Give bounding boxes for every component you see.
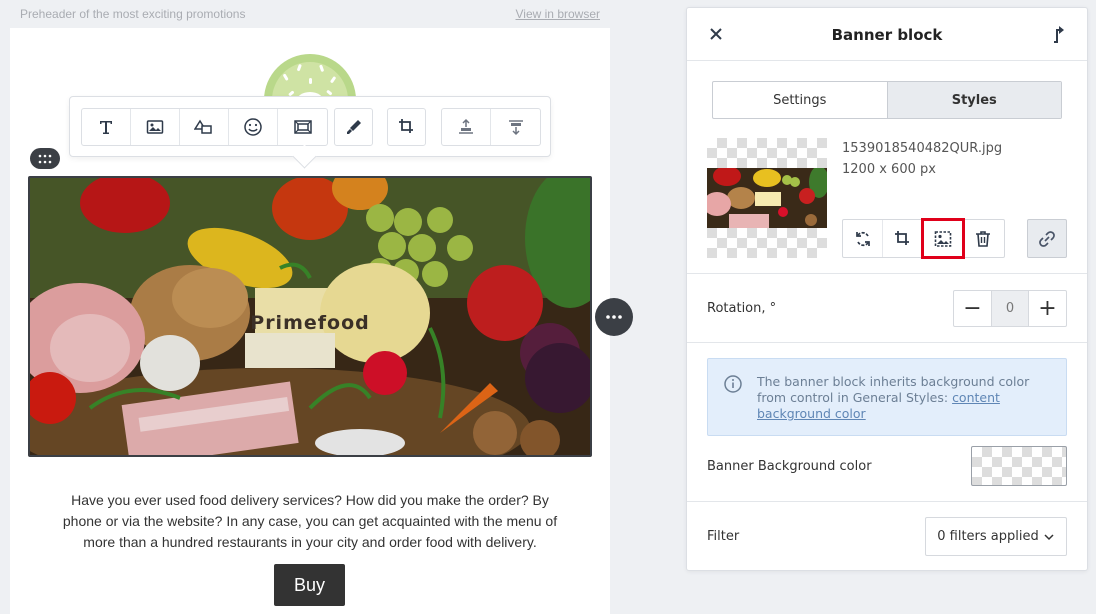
settings-panel: Banner block Settings Styles 15390185404… <box>686 7 1088 571</box>
drag-dots-icon <box>38 154 52 163</box>
buy-button[interactable]: Buy <box>274 564 345 606</box>
trash-icon <box>976 230 990 247</box>
insert-tools-group <box>81 108 328 146</box>
image-edit-icon <box>934 230 951 247</box>
link-button[interactable] <box>1027 219 1067 258</box>
preheader-text: Preheader of the most exciting promotion… <box>20 7 246 21</box>
text-icon <box>100 121 112 134</box>
crop-icon <box>398 119 413 133</box>
crop-icon <box>894 230 909 245</box>
banner-bg-color-label: Banner Background color <box>707 459 872 474</box>
donut-logo <box>262 52 358 100</box>
info-message: The banner block inherits background col… <box>757 374 1047 422</box>
view-in-browser-link[interactable]: View in browser <box>516 7 600 21</box>
collapse-panel-button[interactable] <box>1049 24 1067 44</box>
image-tool-button[interactable] <box>131 109 180 145</box>
drag-handle[interactable] <box>30 148 60 169</box>
filter-value: 0 filters applied <box>937 529 1039 544</box>
edit-image-button[interactable] <box>921 218 965 259</box>
frame-icon <box>293 120 312 134</box>
filter-dropdown[interactable]: 0 filters applied <box>925 517 1067 556</box>
rotation-increment-button[interactable]: + <box>1029 291 1066 326</box>
banner-image[interactable]: Primefood <box>28 176 592 457</box>
email-body: Primefood Have you ever used food delive… <box>10 28 633 614</box>
banner-caption: Primefood <box>250 312 370 334</box>
rotation-decrement-button[interactable]: − <box>954 291 991 326</box>
crop-tool-button[interactable] <box>388 109 425 145</box>
image-icon <box>146 120 164 134</box>
rotation-label: Rotation, ° <box>707 301 777 316</box>
preheader-bar: Preheader of the most exciting promotion… <box>20 7 600 23</box>
crop-tools-group <box>387 108 426 146</box>
paint-tool-button[interactable] <box>335 109 372 145</box>
panel-tabs: Settings Styles <box>712 81 1062 119</box>
align-bottom-icon <box>508 120 523 136</box>
align-bottom-button[interactable] <box>491 109 540 145</box>
tab-styles[interactable]: Styles <box>886 82 1061 118</box>
more-horizontal-icon <box>606 315 622 319</box>
frame-tool-button[interactable] <box>278 109 327 145</box>
turn-up-icon <box>1054 26 1064 43</box>
text-tool-button[interactable] <box>82 109 131 145</box>
panel-title: Banner block <box>831 26 943 44</box>
align-top-icon <box>459 118 473 134</box>
filter-label: Filter <box>707 529 740 544</box>
shapes-tool-button[interactable] <box>180 109 229 145</box>
crop-image-button[interactable] <box>883 220 923 257</box>
replace-image-button[interactable] <box>843 220 883 257</box>
info-icon <box>724 375 742 393</box>
rotation-stepper: − 0 + <box>953 290 1067 327</box>
info-box: The banner block inherits background col… <box>707 358 1067 436</box>
align-tools-group <box>441 108 541 146</box>
refresh-icon <box>855 231 870 246</box>
section-divider <box>687 501 1087 502</box>
shapes-icon <box>194 119 212 134</box>
body-paragraph: Have you ever used food delivery service… <box>62 492 558 550</box>
section-divider <box>687 273 1087 274</box>
chevron-down-icon <box>1044 533 1054 540</box>
image-actions-group <box>842 218 1005 259</box>
file-dimensions: 1200 x 600 px <box>842 162 936 177</box>
more-options-button[interactable] <box>595 298 633 336</box>
image-thumbnail <box>707 138 827 258</box>
block-toolbar <box>69 96 551 157</box>
delete-image-button[interactable] <box>963 220 1003 257</box>
paint-icon <box>346 120 361 134</box>
emoji-icon <box>244 118 262 136</box>
tab-settings[interactable]: Settings <box>713 82 887 118</box>
thumbnail-photo <box>707 168 827 228</box>
banner-bg-color-swatch[interactable] <box>971 446 1067 486</box>
email-canvas: Preheader of the most exciting promotion… <box>10 0 633 614</box>
section-divider <box>687 342 1087 343</box>
paint-tools-group <box>334 108 373 146</box>
file-name: 1539018540482QUR.jpg <box>842 141 1003 156</box>
emoji-tool-button[interactable] <box>229 109 278 145</box>
rotation-value-input[interactable]: 0 <box>991 291 1029 326</box>
link-icon <box>1039 230 1055 247</box>
align-top-button[interactable] <box>442 109 491 145</box>
panel-header: Banner block <box>687 8 1087 61</box>
